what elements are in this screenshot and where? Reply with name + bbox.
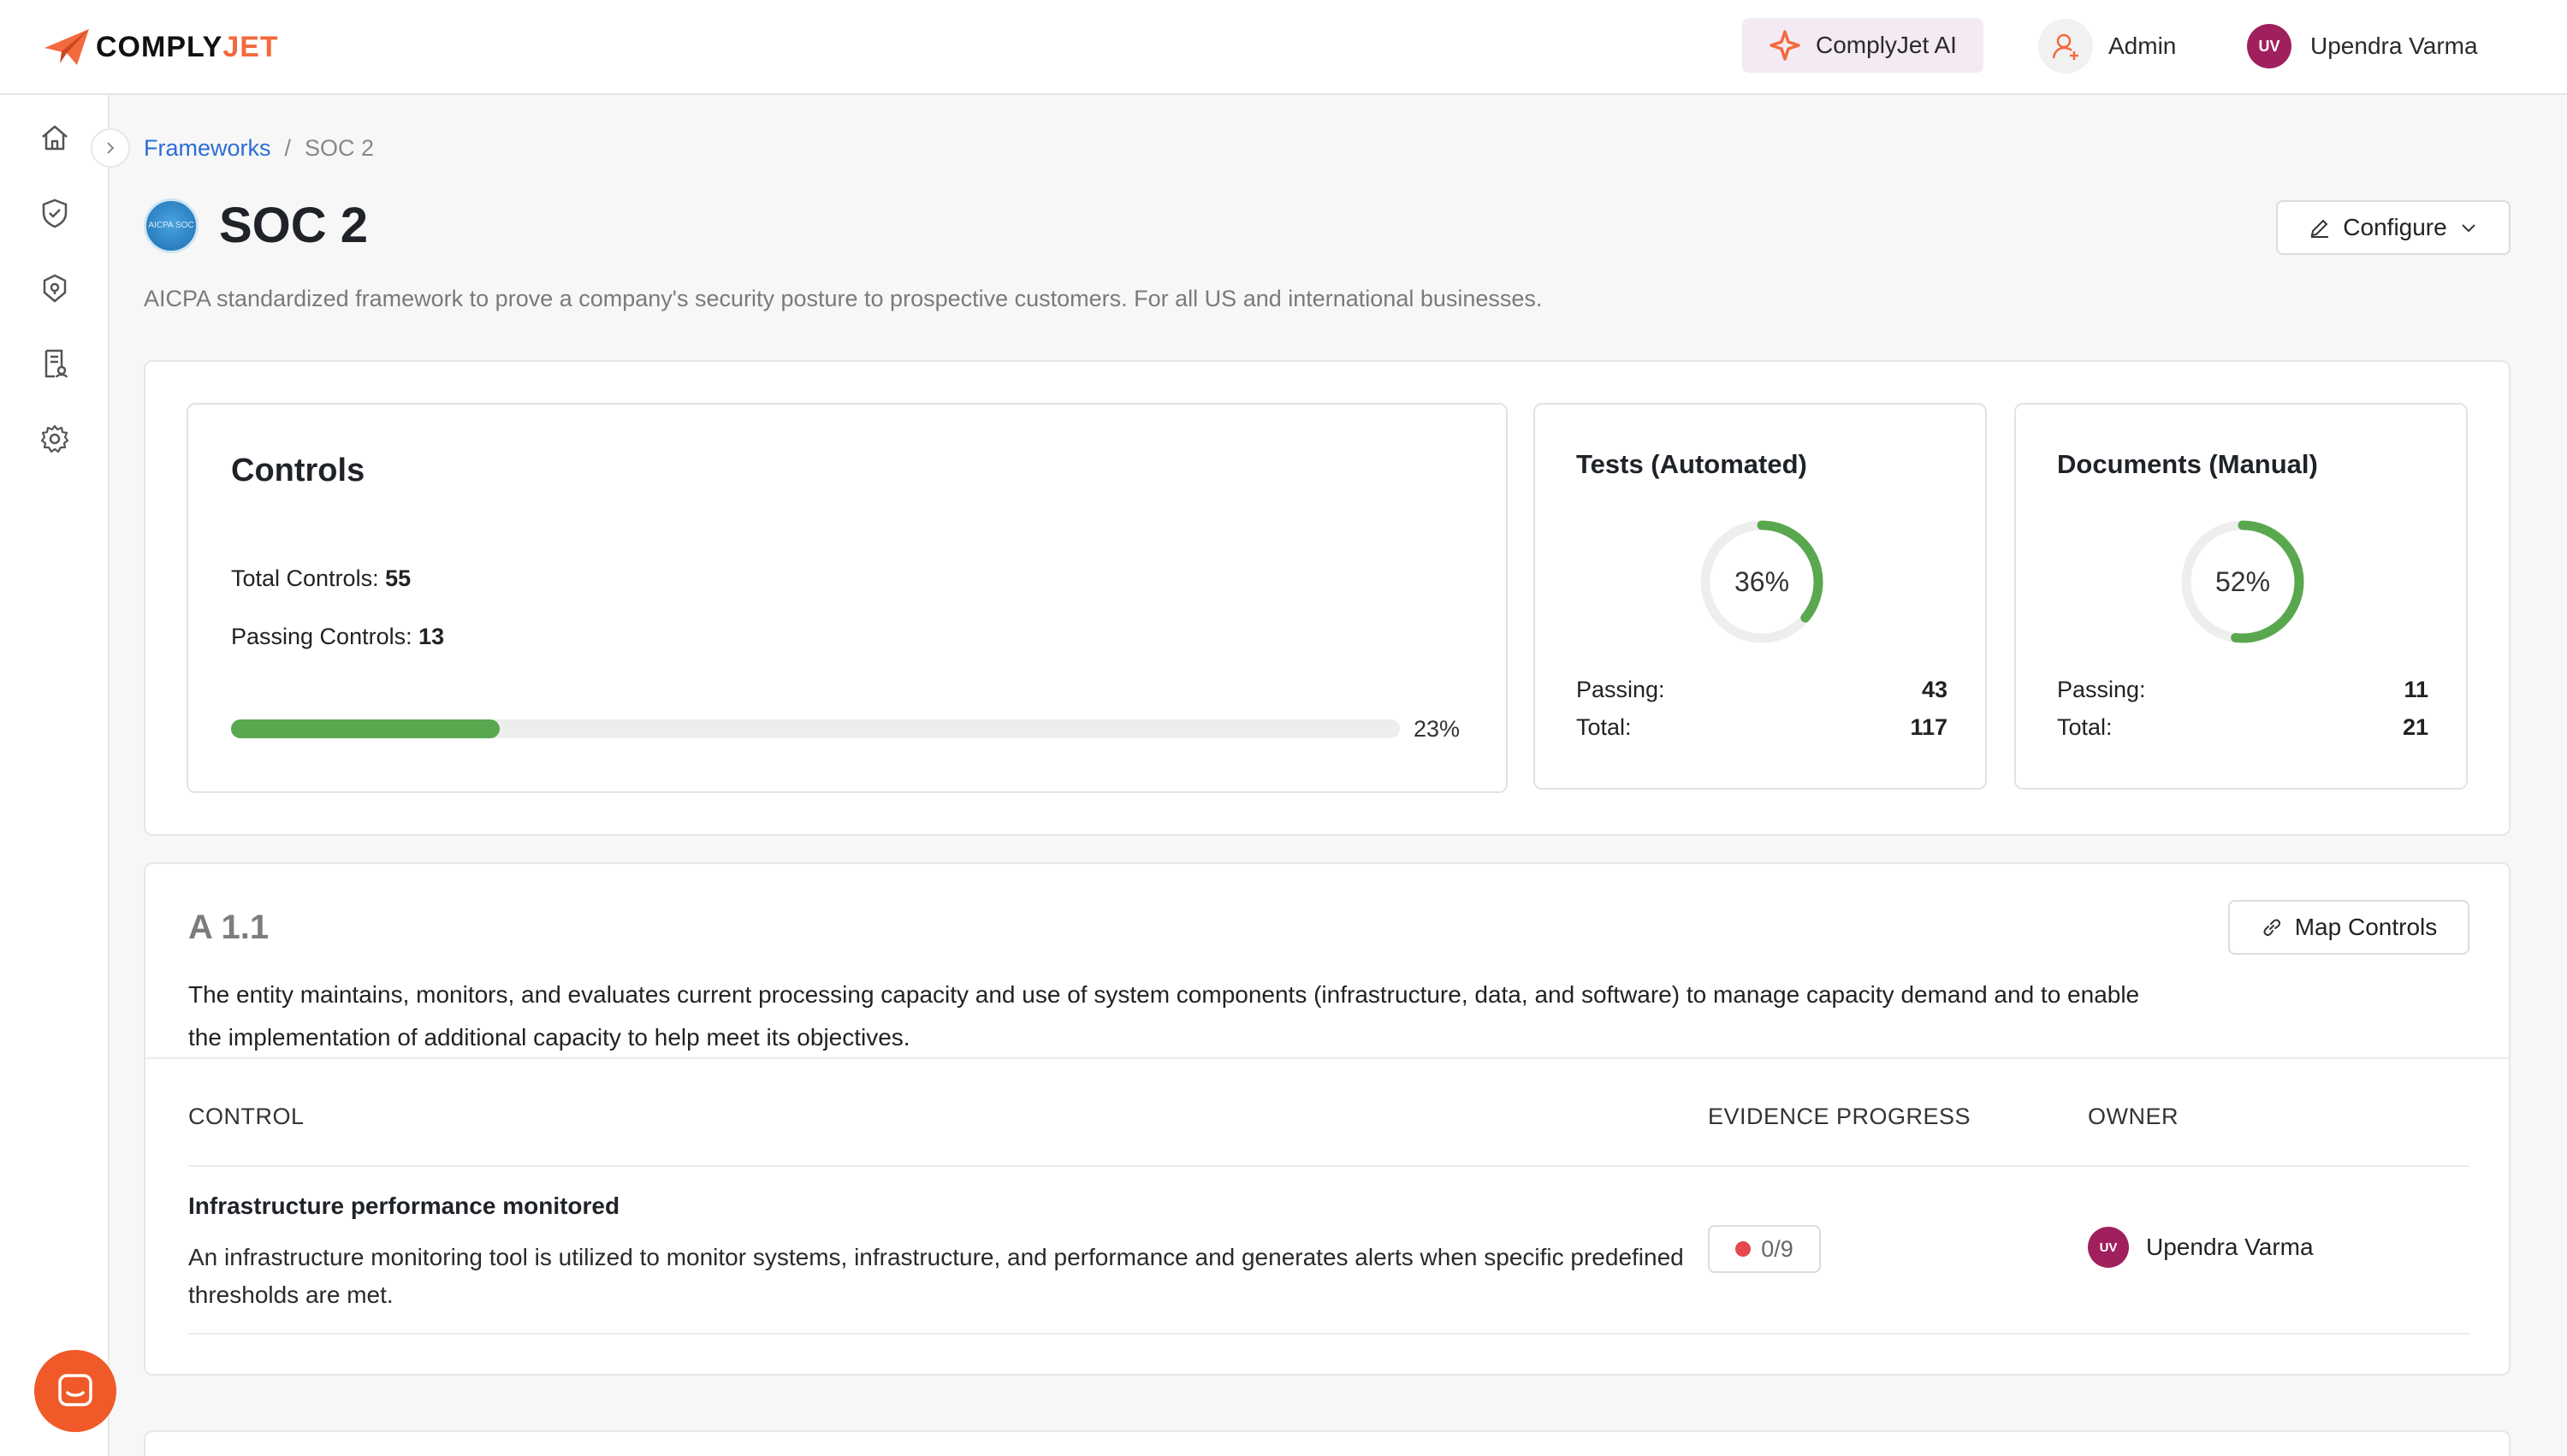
complyjet-logo[interactable]: COMPLYJET [43,26,279,68]
admin-menu[interactable]: Admin [2038,19,2176,74]
controls-progress-label: 23% [1414,716,1461,742]
map-controls-label: Map Controls [2294,914,2438,940]
documents-passing: Passing: 11 [2057,677,2428,702]
divider [188,1165,2469,1167]
admin-label: Admin [2108,33,2177,59]
configure-button[interactable]: Configure [2276,200,2511,255]
passing-controls: Passing Controls: 13 [231,624,445,649]
settings-gear-icon[interactable] [38,422,72,456]
controls-card: Controls Total Controls: 55 Passing Cont… [187,403,1508,793]
evidence-progress-value: 0/9 [1761,1235,1793,1262]
requirement-id: A 1.1 [188,909,270,946]
tests-title: Tests (Automated) [1576,449,1807,479]
breadcrumb: Frameworks / SOC 2 [144,135,374,162]
controls-progress-fill [231,719,501,738]
total-controls: Total Controls: 55 [231,565,412,591]
documents-title: Documents (Manual) [2057,449,2318,479]
configure-label: Configure [2343,214,2447,240]
user-name: Upendra Varma [2310,33,2478,59]
control-name[interactable]: Infrastructure performance monitored [188,1193,620,1220]
documents-total: Total: 21 [2057,714,2428,740]
requirement-description: The entity maintains, monitors, and eval… [188,981,2140,1051]
sidebar-expand-button[interactable] [91,128,130,168]
user-menu[interactable]: UV Upendra Varma [2247,24,2478,68]
divider [188,1333,2469,1335]
evidence-progress-badge[interactable]: 0/9 [1708,1225,1821,1273]
link-icon [2263,919,2280,937]
page-subtitle: AICPA standardized framework to prove a … [144,286,1543,311]
chat-support-button[interactable] [34,1350,116,1432]
tests-total: Total: 117 [1576,714,1947,740]
documents-percent: 52% [2214,565,2271,597]
controls-progress-bar [231,719,1400,738]
status-dot-icon [1735,1241,1752,1257]
top-header: COMPLYJET ComplyJet AI Admin UV Upendra … [0,0,2567,95]
next-requirement-panel [144,1430,2511,1456]
ai-button-label: ComplyJet AI [1816,32,1957,58]
aicpa-soc-logo: AICPA SOC [144,198,199,253]
chevron-down-icon [2461,224,2475,233]
map-controls-button[interactable]: Map Controls [2228,900,2469,955]
column-header-evidence-progress: EVIDENCE PROGRESS [1708,1104,1971,1129]
edit-pencil-icon [2311,219,2329,238]
page-title: SOC 2 [219,198,369,253]
avatar: UV [2088,1227,2129,1268]
controls-title: Controls [231,453,365,488]
sidebar-rail [0,95,110,1456]
column-header-control: CONTROL [188,1104,305,1129]
divider [145,1057,2509,1059]
shield-check-icon[interactable] [38,196,72,230]
control-description: An infrastructure monitoring tool is uti… [188,1244,1684,1308]
control-owner[interactable]: UV Upendra Varma [2088,1227,2314,1268]
breadcrumb-current: SOC 2 [305,135,375,161]
owner-name: Upendra Varma [2146,1234,2314,1260]
breadcrumb-separator: / [284,135,292,161]
complyjet-ai-button[interactable]: ComplyJet AI [1742,18,1983,73]
requirement-panel: A 1.1 Map Controls The entity maintains,… [144,862,2511,1376]
breadcrumb-frameworks-link[interactable]: Frameworks [144,135,271,162]
tests-passing: Passing: 43 [1576,677,1947,702]
policy-document-icon[interactable] [38,346,72,381]
avatar: UV [2247,24,2291,68]
paper-plane-icon [44,29,89,65]
ai-sparkle-icon [1770,30,1800,61]
chevron-right-icon [107,142,115,154]
page-header: AICPA SOC SOC 2 [144,197,368,254]
admin-user-icon [2038,19,2093,74]
tests-card: Tests (Automated) 36% Passing: 43 Total: 1… [1533,403,1987,790]
chat-icon [58,1374,92,1406]
logo-text: COMPLYJET [96,30,279,63]
tests-percent: 36% [1734,565,1790,597]
column-header-owner: OWNER [2088,1104,2179,1129]
shield-lock-icon[interactable] [38,271,72,305]
home-icon[interactable] [38,121,72,155]
documents-card: Documents (Manual) 52% Passing: 11 Total:… [2014,403,2468,790]
